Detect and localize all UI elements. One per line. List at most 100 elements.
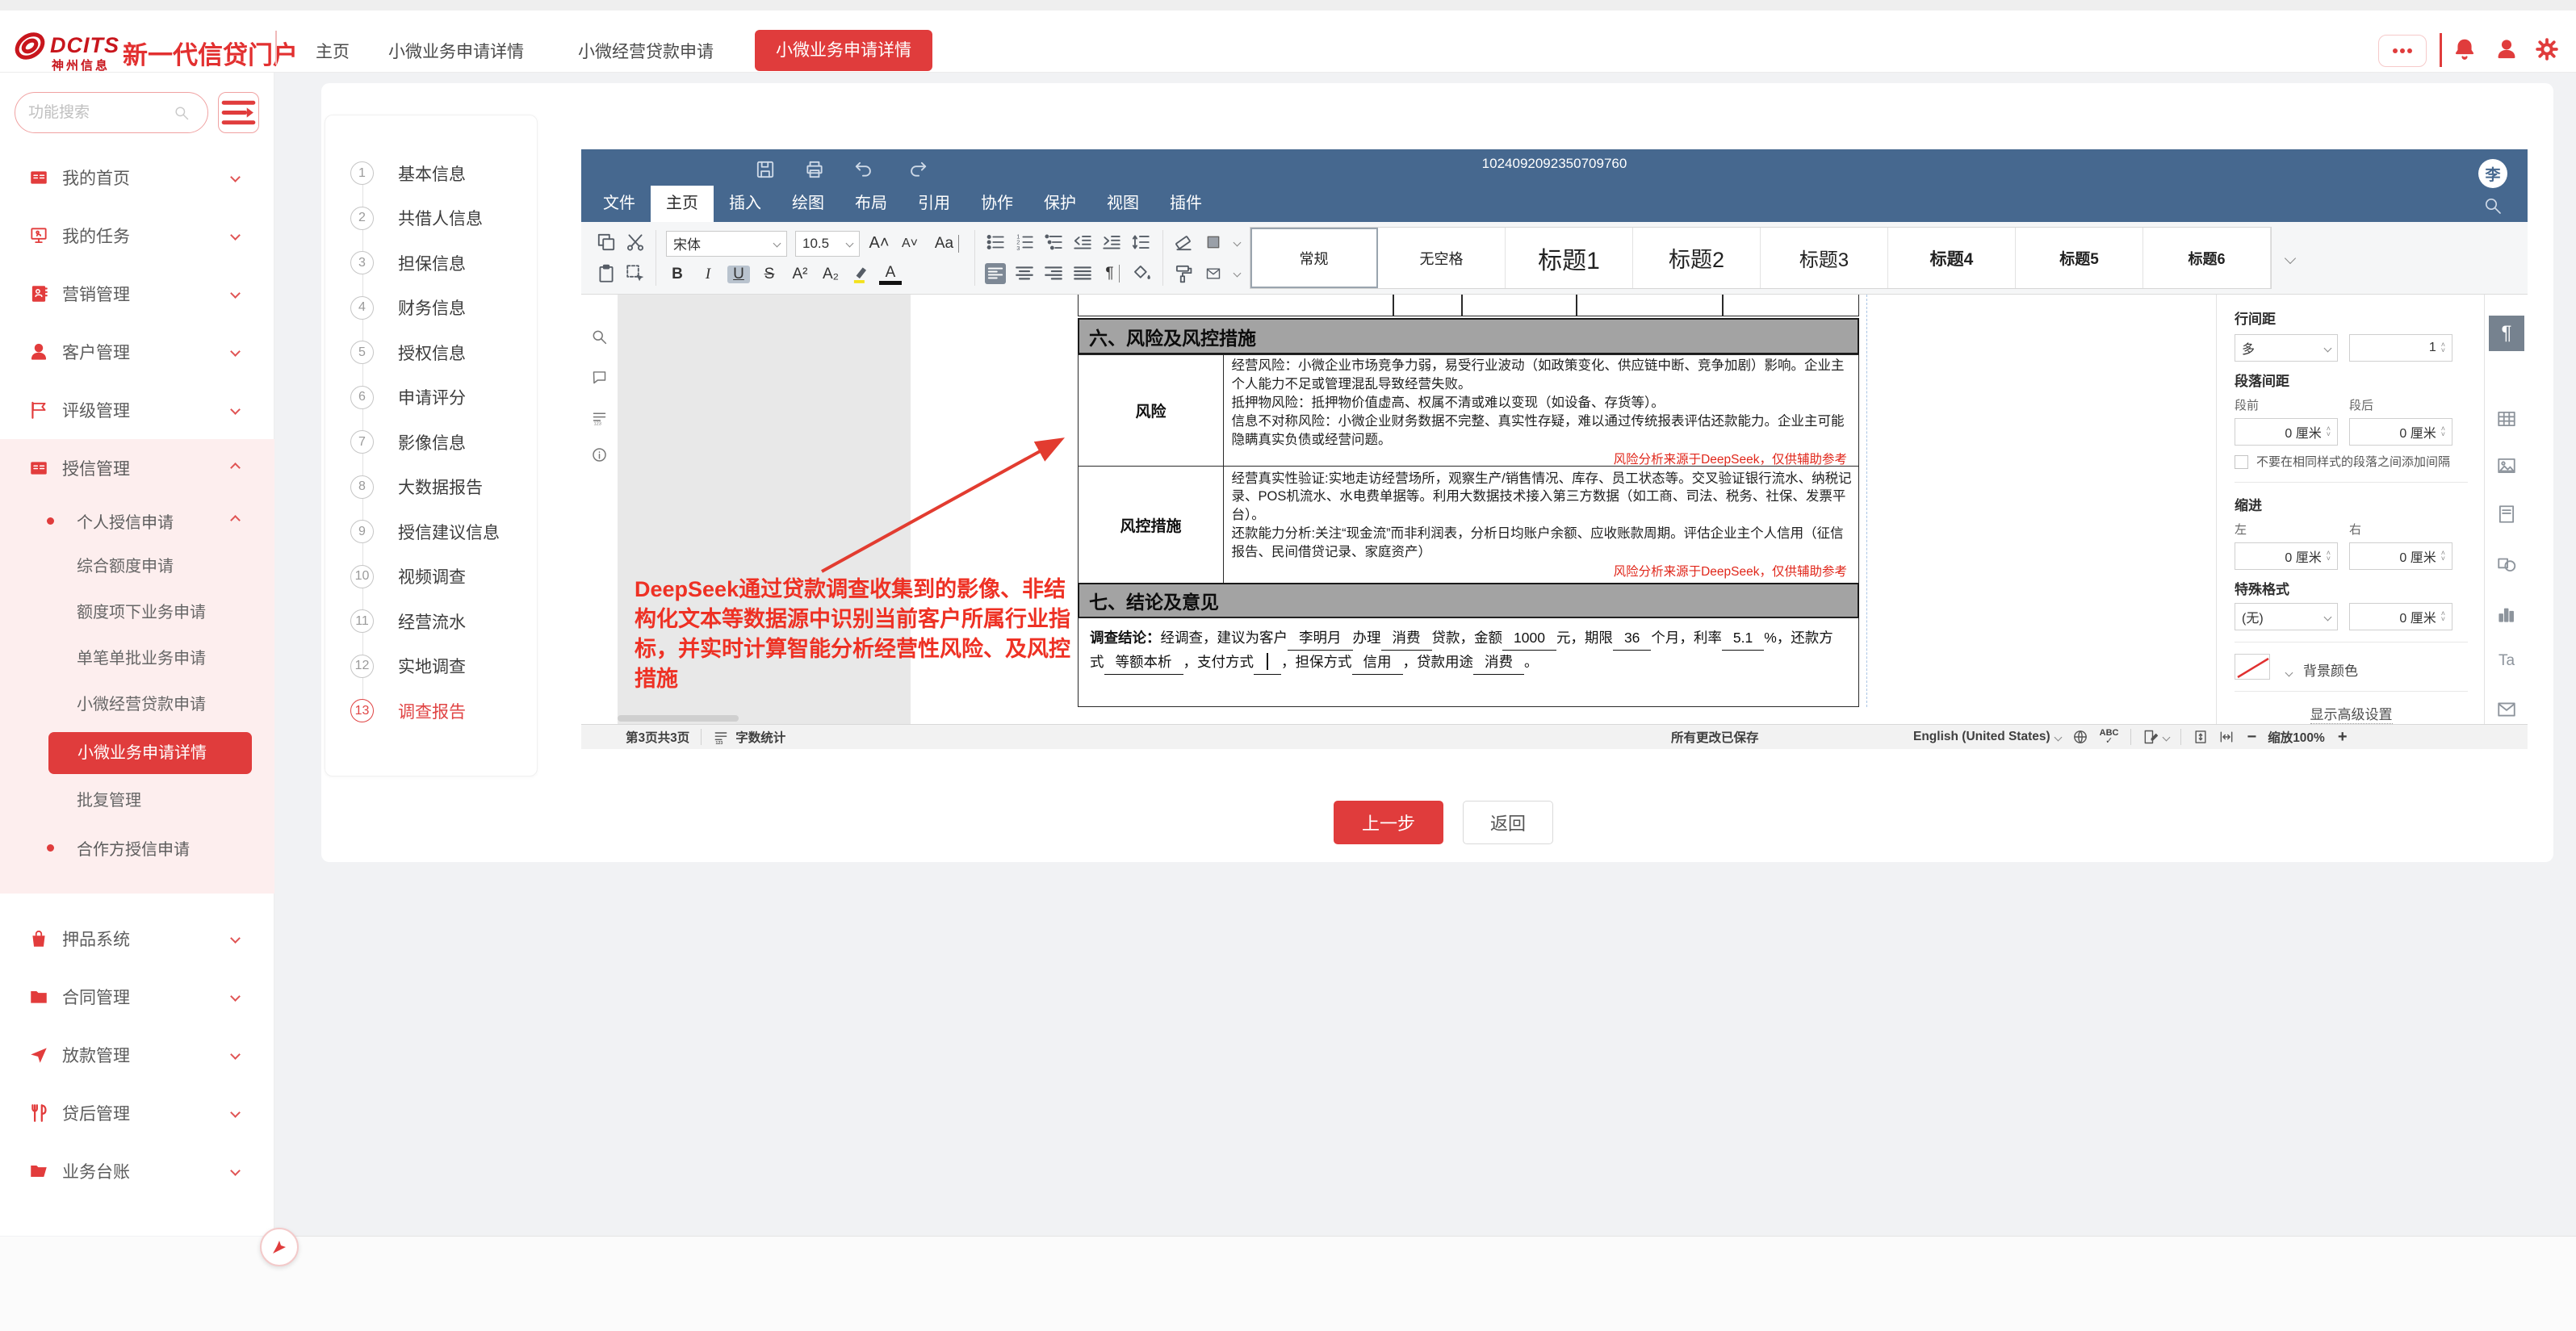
editor-tab-引用[interactable]: 引用 xyxy=(903,186,965,222)
style-gallery-expand[interactable] xyxy=(2272,227,2304,289)
fit-page-icon[interactable] xyxy=(2193,729,2209,745)
subscript-button[interactable]: A₂ xyxy=(819,266,842,283)
sidebar-leaf-小微经营贷款申请[interactable]: 小微经营贷款申请 xyxy=(0,682,274,728)
sidebar-item-评级管理[interactable]: 评级管理 xyxy=(0,381,274,439)
sidebar-item-押品系统[interactable]: 押品系统 xyxy=(0,910,274,968)
indent-right-stepper[interactable]: 0 厘米˄˅ xyxy=(2349,542,2452,570)
line-spacing-select[interactable]: 多 xyxy=(2235,334,2338,362)
no-space-checkbox-row[interactable]: 不要在相同样式的段落之间添加间隔 xyxy=(2235,454,2468,471)
style-标题1[interactable]: 标题1 xyxy=(1506,228,1633,288)
sidebar-item-客户管理[interactable]: 客户管理 xyxy=(0,323,274,381)
search-input[interactable] xyxy=(28,104,174,122)
special-format-select[interactable]: (无) xyxy=(2235,603,2338,630)
zoom-level[interactable]: 缩放100% xyxy=(2268,728,2325,746)
menu-toggle-button[interactable] xyxy=(218,92,259,133)
hscroll-thumb[interactable] xyxy=(618,715,739,722)
sidebar-leaf-额度项下业务申请[interactable]: 额度项下业务申请 xyxy=(0,590,274,636)
style-常规[interactable]: 常规 xyxy=(1250,228,1378,288)
step-3-担保信息[interactable]: 3担保信息 xyxy=(325,241,538,286)
sidebar-subitem-个人授信申请[interactable]: 个人授信申请 xyxy=(0,497,274,544)
style-标题4[interactable]: 标题4 xyxy=(1888,228,2016,288)
editor-tab-文件[interactable]: 文件 xyxy=(588,186,651,222)
highlight-color-button[interactable] xyxy=(850,264,871,285)
step-9-授信建议信息[interactable]: 9授信建议信息 xyxy=(325,509,538,555)
strikethrough-button[interactable]: S xyxy=(758,266,781,283)
step-2-共借人信息[interactable]: 2共借人信息 xyxy=(325,196,538,241)
outline-icon[interactable]: 123 xyxy=(591,409,608,426)
user-icon[interactable] xyxy=(2494,36,2519,62)
shading-button[interactable] xyxy=(1132,263,1153,284)
indent-icon[interactable] xyxy=(1101,232,1122,253)
globe-icon[interactable] xyxy=(2072,729,2088,745)
style-标题5[interactable]: 标题5 xyxy=(2016,228,2143,288)
sidebar-item-授信管理[interactable]: 授信管理 xyxy=(0,439,274,497)
step-11-经营流水[interactable]: 11经营流水 xyxy=(325,599,538,644)
step-7-影像信息[interactable]: 7影像信息 xyxy=(325,420,538,465)
align-center-icon[interactable] xyxy=(1014,263,1035,284)
editor-search-icon[interactable] xyxy=(2483,196,2503,216)
advanced-settings-link[interactable]: 显示高级设置 xyxy=(2310,703,2393,724)
info-icon[interactable] xyxy=(591,446,608,463)
nav-tab-3-active[interactable]: 小微业务申请详情 xyxy=(755,30,932,71)
font-size-select[interactable]: 10.5 xyxy=(795,231,860,257)
step-10-视频调查[interactable]: 10视频调查 xyxy=(325,555,538,600)
step-4-财务信息[interactable]: 4财务信息 xyxy=(325,286,538,331)
image-tab[interactable] xyxy=(2489,448,2524,483)
chart-tab[interactable] xyxy=(2489,596,2524,632)
editor-tab-视图[interactable]: 视图 xyxy=(1091,186,1154,222)
page-indicator[interactable]: 第3页共3页 xyxy=(626,728,689,746)
paste-icon[interactable] xyxy=(596,263,617,284)
step-8-大数据报告[interactable]: 8大数据报告 xyxy=(325,465,538,510)
clear-format-icon[interactable] xyxy=(1173,232,1194,253)
editor-hscrollbar[interactable] xyxy=(618,715,2200,722)
format-painter-icon[interactable] xyxy=(1173,263,1194,284)
style-标题6[interactable]: 标题6 xyxy=(2143,228,2271,288)
cut-icon[interactable] xyxy=(625,232,646,253)
select-icon[interactable] xyxy=(625,263,646,284)
zoom-in-button[interactable]: + xyxy=(2338,728,2348,747)
copy-icon[interactable] xyxy=(596,232,617,253)
pilcrow-button[interactable]: ¶ xyxy=(1101,265,1124,283)
language-selector[interactable]: English (United States) xyxy=(1913,730,2050,744)
style-无空格[interactable]: 无空格 xyxy=(1378,228,1506,288)
checkbox[interactable] xyxy=(2235,455,2248,469)
multilevel-list-icon[interactable] xyxy=(1043,232,1064,253)
sidebar-subitem-合作方授信申请[interactable]: 合作方授信申请 xyxy=(0,824,274,871)
word-count-icon[interactable]: 123 xyxy=(713,729,729,745)
step-5-授权信息[interactable]: 5授权信息 xyxy=(325,330,538,375)
nav-tab-2[interactable]: 小微经营贷款申请 xyxy=(578,21,714,83)
editor-tab-保护[interactable]: 保护 xyxy=(1028,186,1091,222)
sidebar-item-放款管理[interactable]: 放款管理 xyxy=(0,1026,274,1084)
indent-left-stepper[interactable]: 0 厘米˄˅ xyxy=(2235,542,2338,570)
background-color-swatch[interactable] xyxy=(2235,654,2270,680)
space-after-stepper[interactable]: 0 厘米˄˅ xyxy=(2349,418,2452,446)
sidebar-item-我的首页[interactable]: 我的首页 xyxy=(0,149,274,207)
align-left-icon[interactable] xyxy=(985,263,1006,284)
page-color-button[interactable] xyxy=(1205,266,1221,282)
prev-step-button[interactable]: 上一步 xyxy=(1334,801,1443,844)
more-actions-button[interactable] xyxy=(2378,35,2427,67)
table-tab[interactable] xyxy=(2489,401,2524,437)
align-right-icon[interactable] xyxy=(1043,263,1064,284)
sidebar-item-营销管理[interactable]: 营销管理 xyxy=(0,265,274,323)
comment-icon[interactable] xyxy=(591,369,608,386)
font-family-select[interactable]: 宋体 xyxy=(666,231,787,257)
sidebar-item-业务台账[interactable]: 业务台账 xyxy=(0,1142,274,1200)
space-before-stepper[interactable]: 0 厘米˄˅ xyxy=(2235,418,2338,446)
bullet-list-icon[interactable] xyxy=(985,232,1006,253)
editor-tab-主页[interactable]: 主页 xyxy=(651,186,714,222)
risk-label-cell[interactable]: 风险 xyxy=(1078,354,1224,467)
zoom-out-button[interactable]: − xyxy=(2247,728,2257,747)
superscript-button[interactable]: A² xyxy=(789,266,811,283)
control-label-cell[interactable]: 风控措施 xyxy=(1078,466,1224,584)
textart-tab[interactable]: Ta xyxy=(2489,643,2524,679)
sidebar-collapse-button[interactable] xyxy=(260,1228,299,1266)
word-count-label[interactable]: 字数统计 xyxy=(735,728,785,746)
sidebar-item-我的任务[interactable]: 我的任务 xyxy=(0,207,274,265)
step-1-基本信息[interactable]: 1基本信息 xyxy=(325,151,538,196)
bold-button[interactable]: B xyxy=(666,266,689,283)
step-12-实地调查[interactable]: 12实地调查 xyxy=(325,644,538,689)
search-icon[interactable] xyxy=(174,105,190,121)
sidebar-leaf-单笔单批业务申请[interactable]: 单笔单批业务申请 xyxy=(0,636,274,682)
numbered-list-icon[interactable]: 123 xyxy=(1014,232,1035,253)
